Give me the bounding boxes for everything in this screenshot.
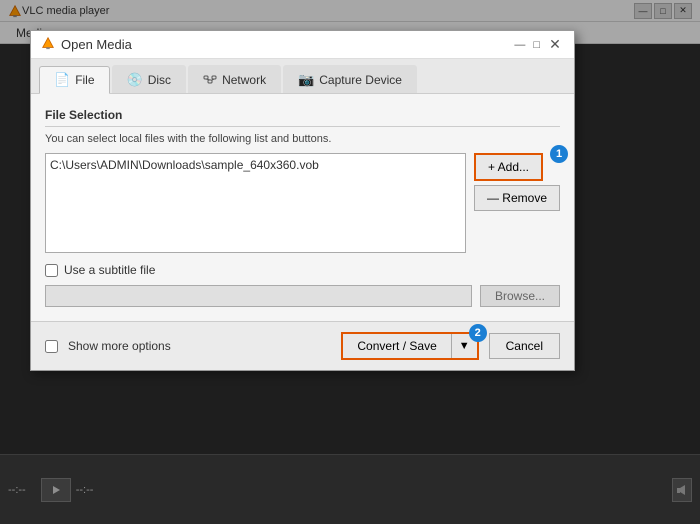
- tab-capture-label: Capture Device: [319, 73, 402, 87]
- network-tab-icon: [203, 72, 217, 87]
- dialog-window-controls: — □: [512, 39, 542, 51]
- hint-text: You can select local files with the foll…: [45, 133, 560, 145]
- file-buttons: + Add... 1 — Remove: [474, 153, 560, 253]
- dialog-title: Open Media: [61, 37, 512, 52]
- file-listbox[interactable]: C:\Users\ADMIN\Downloads\sample_640x360.…: [45, 153, 466, 253]
- subtitle-checkbox-row: Use a subtitle file: [45, 263, 560, 277]
- convert-button-wrapper: Convert / Save ▼ 2: [341, 332, 478, 360]
- cancel-label: Cancel: [506, 339, 543, 353]
- show-more-label: Show more options: [68, 339, 171, 353]
- file-selection-label: File Selection: [45, 108, 560, 127]
- subtitle-checkbox-label: Use a subtitle file: [64, 263, 155, 277]
- convert-save-button[interactable]: Convert / Save: [343, 334, 451, 358]
- badge-1: 1: [550, 145, 568, 163]
- dialog-minimize[interactable]: —: [512, 39, 527, 51]
- file-area: C:\Users\ADMIN\Downloads\sample_640x360.…: [45, 153, 560, 253]
- convert-save-label: Convert / Save: [357, 339, 436, 353]
- convert-save-group: Convert / Save ▼: [341, 332, 478, 360]
- add-button-wrapper: + Add... 1: [474, 153, 560, 181]
- add-button-label: + Add...: [488, 160, 529, 174]
- tab-file[interactable]: 📄 File: [39, 66, 110, 94]
- dialog-titlebar: Open Media — □ ✕: [31, 31, 574, 59]
- file-tab-icon: 📄: [54, 72, 70, 88]
- tab-network-label: Network: [222, 73, 266, 87]
- disc-tab-icon: 💿: [127, 72, 143, 88]
- tab-disc[interactable]: 💿 Disc: [112, 65, 187, 93]
- badge-2: 2: [469, 324, 487, 342]
- open-media-dialog: Open Media — □ ✕ 📄 File 💿 Disc: [30, 30, 575, 371]
- subtitle-checkbox[interactable]: [45, 264, 58, 277]
- browse-button[interactable]: Browse...: [480, 285, 560, 307]
- tab-file-label: File: [75, 73, 94, 87]
- show-more-checkbox[interactable]: [45, 340, 58, 353]
- subtitle-input[interactable]: [45, 285, 472, 307]
- subtitle-row: Browse...: [45, 285, 560, 307]
- dialog-content: File Selection You can select local file…: [31, 94, 574, 321]
- dialog-close-button[interactable]: ✕: [546, 36, 564, 54]
- remove-button-label: — Remove: [487, 191, 547, 205]
- file-path: C:\Users\ADMIN\Downloads\sample_640x360.…: [50, 158, 319, 172]
- dialog-bottom: Show more options Convert / Save ▼ 2 Can…: [31, 321, 574, 370]
- browse-label: Browse...: [495, 289, 545, 303]
- tab-disc-label: Disc: [148, 73, 171, 87]
- tab-capture[interactable]: 📷 Capture Device: [283, 65, 417, 93]
- dialog-maximize[interactable]: □: [531, 39, 542, 51]
- dialog-icon: [41, 36, 55, 53]
- tab-network[interactable]: Network: [188, 65, 281, 93]
- dialog-tabs: 📄 File 💿 Disc Network 📷 Capture Device: [31, 59, 574, 94]
- cancel-button[interactable]: Cancel: [489, 333, 560, 359]
- capture-tab-icon: 📷: [298, 72, 314, 88]
- remove-button[interactable]: — Remove: [474, 185, 560, 211]
- add-button[interactable]: + Add...: [474, 153, 543, 181]
